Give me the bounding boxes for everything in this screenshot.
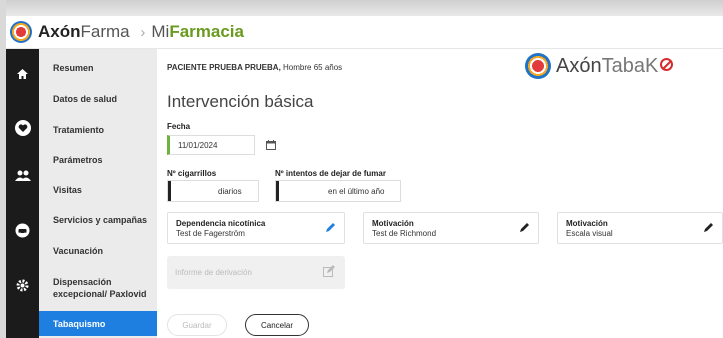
sidebar-item-visitas[interactable]: Visitas (39, 184, 157, 196)
fecha-label: Fecha (167, 122, 191, 131)
intentos-label: Nº intentos de dejar de fumar (275, 169, 386, 178)
card-title: Motivación (566, 219, 608, 228)
intentos-field: en el último año (275, 180, 401, 202)
sidebar: Resumen Datos de salud Tratamiento Parám… (39, 49, 157, 338)
heart-icon[interactable] (6, 118, 39, 138)
tabako-wordmark: AxónTabaK (556, 54, 674, 78)
cigarrillos-label: Nº cigarrillos (167, 169, 217, 178)
sidebar-item-parametros[interactable]: Parámetros (39, 154, 157, 166)
informe-derivacion-placeholder: Informe de derivación (175, 268, 252, 277)
cancel-button[interactable]: Cancelar (245, 314, 309, 336)
card-motivacion-richmond[interactable]: Motivación Test de Richmond (363, 212, 539, 244)
main-content: PACIENTE PRUEBA PRUEBA, Hombre 65 años A… (157, 49, 723, 338)
edit-pencil-icon[interactable] (519, 222, 530, 236)
sidebar-item-datos-de-salud[interactable]: Datos de salud (39, 93, 157, 105)
page-title: Intervención básica (167, 92, 314, 111)
edit-pencil-icon[interactable] (325, 222, 336, 236)
app-prefix: Mi (151, 22, 170, 41)
card-motivacion-escala-visual[interactable]: Motivación Escala visual (557, 212, 723, 244)
edit-document-icon[interactable] (323, 265, 335, 280)
intentos-suffix: en el último año (328, 186, 385, 196)
patient-details: Hombre 65 años (280, 63, 343, 72)
cigarrillos-input[interactable] (168, 181, 212, 201)
window-frame (0, 0, 723, 16)
tabako-name: TabaK (601, 54, 659, 77)
patient-info: PACIENTE PRUEBA PRUEBA, Hombre 65 años (167, 63, 342, 72)
axon-tabako-logo: AxónTabaK (525, 53, 674, 79)
brand-title: AxónFarma › MiFarmacia (38, 22, 244, 42)
top-bar: AxónFarma › MiFarmacia (6, 16, 723, 49)
tabako-prefix: Axón (556, 54, 602, 77)
card-title: Motivación (372, 219, 414, 228)
card-subtitle: Test de Fagerström (176, 229, 245, 238)
calendar-icon[interactable] (261, 135, 281, 155)
brand-bold: Axón (38, 22, 81, 41)
car-icon[interactable] (6, 220, 39, 240)
intentos-input[interactable] (276, 181, 322, 201)
fecha-input[interactable]: 11/01/2024 (167, 135, 255, 155)
sidebar-item-vacunacion[interactable]: Vacunación (39, 245, 157, 257)
no-smoking-icon (660, 57, 674, 71)
save-button[interactable]: Guardar (167, 314, 227, 336)
card-title: Dependencia nicotínica (176, 219, 266, 228)
app-name[interactable]: Farmacia (169, 22, 244, 41)
card-subtitle: Escala visual (566, 229, 613, 238)
axonfarma-logo-icon (10, 21, 32, 43)
card-dependencia-nicotinica[interactable]: Dependencia nicotínica Test de Fagerströ… (167, 212, 345, 244)
fecha-value: 11/01/2024 (178, 140, 218, 150)
sidebar-item-resumen[interactable]: Resumen (39, 62, 157, 74)
tabako-ring-icon (525, 53, 551, 79)
cigarrillos-field: diarios (167, 180, 259, 202)
cigarrillos-suffix: diarios (218, 186, 242, 196)
patient-name: PACIENTE PRUEBA PRUEBA, (167, 63, 281, 72)
sidebar-item-servicios-y-campanas[interactable]: Servicios y campañas (39, 214, 157, 226)
brand-light: Farma (80, 22, 130, 41)
sidebar-item-tabaquismo[interactable]: Tabaquismo (39, 311, 157, 336)
breadcrumb-separator: › (140, 24, 146, 41)
home-icon[interactable] (6, 64, 39, 84)
informe-derivacion-field[interactable]: Informe de derivación (167, 256, 345, 289)
icon-rail (6, 49, 39, 338)
card-subtitle: Test de Richmond (372, 229, 437, 238)
gear-icon[interactable] (6, 275, 39, 295)
edit-pencil-icon[interactable] (703, 222, 714, 236)
users-icon[interactable] (6, 166, 39, 186)
sidebar-item-dispensacion-excepcional[interactable]: Dispensación excepcional/ Paxlovid (39, 276, 149, 300)
sidebar-item-tratamiento[interactable]: Tratamiento (39, 124, 157, 136)
